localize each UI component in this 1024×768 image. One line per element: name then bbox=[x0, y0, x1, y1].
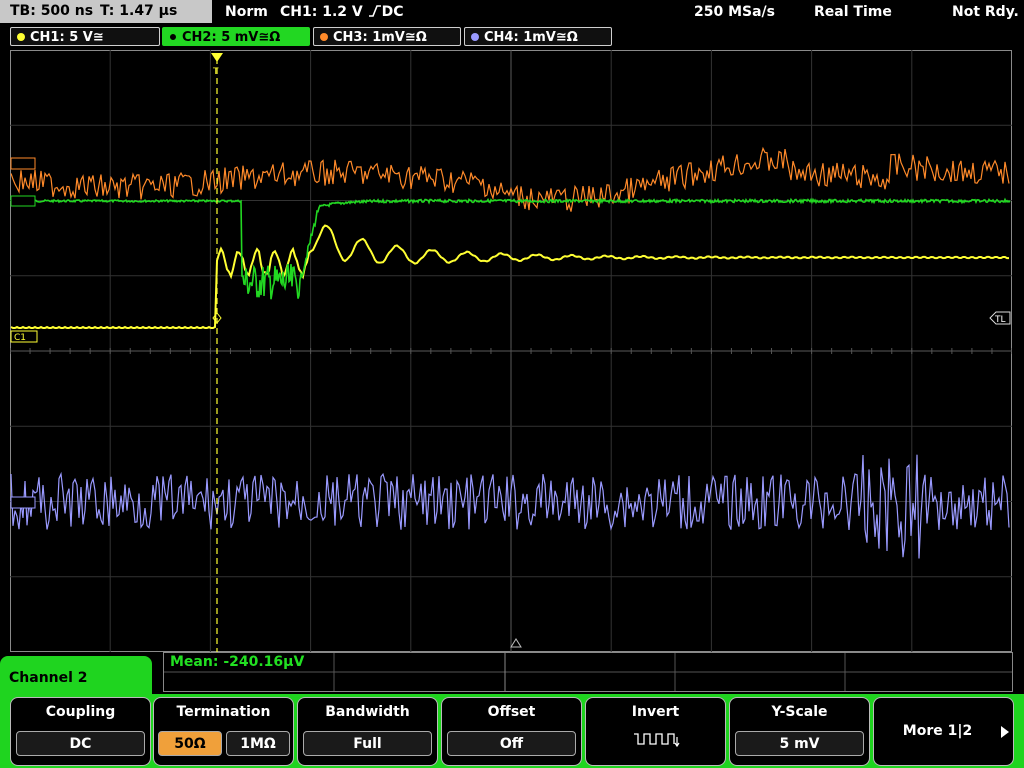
ch2-tab-label: CH2: 5 mV≅Ω bbox=[182, 30, 281, 45]
coupling-label: Coupling bbox=[45, 704, 116, 720]
invert-waveform-icon bbox=[634, 733, 680, 748]
tab-ch4[interactable]: CH4: 1mV≅Ω bbox=[464, 27, 612, 46]
trigger-level-label: TL bbox=[994, 315, 1006, 325]
timebase-readout: TB: 500 ns bbox=[10, 3, 94, 19]
ch3-dot-icon bbox=[320, 33, 328, 41]
trigger-info[interactable]: CH1: 1.2 V DC bbox=[280, 0, 404, 24]
termination-50ohm-option[interactable]: 50Ω bbox=[158, 731, 222, 756]
more-label: More 1|2 bbox=[902, 723, 973, 739]
more-softkey[interactable]: More 1|2 bbox=[873, 697, 1014, 766]
sample-rate: 250 MSa/s bbox=[694, 4, 776, 20]
ch4-tab-label: CH4: 1mV≅Ω bbox=[484, 30, 578, 45]
trigger-position-label: T bbox=[212, 67, 219, 77]
termination-softkey[interactable]: Termination 50Ω 1MΩ bbox=[153, 697, 294, 766]
ch4-dot-icon bbox=[471, 33, 479, 41]
trigger-time-readout: T: 1.47 µs bbox=[100, 3, 178, 19]
ready-state: Not Rdy. bbox=[952, 4, 1019, 20]
bandwidth-softkey[interactable]: Bandwidth Full bbox=[297, 697, 438, 766]
bandwidth-label: Bandwidth bbox=[325, 704, 410, 720]
tab-ch3[interactable]: CH3: 1mV≅Ω bbox=[313, 27, 461, 46]
offset-softkey[interactable]: Offset Off bbox=[441, 697, 582, 766]
mean-measurement: Mean: -240.16µV bbox=[170, 654, 305, 670]
tab-ch1[interactable]: CH1: 5 V≅ bbox=[10, 27, 160, 46]
ch2-dot-icon bbox=[169, 33, 177, 41]
ch3-tab-label: CH3: 1mV≅Ω bbox=[333, 30, 427, 45]
bandwidth-value: Full bbox=[303, 731, 432, 756]
ch3-offset-marker[interactable] bbox=[10, 157, 36, 170]
offset-label: Offset bbox=[487, 704, 536, 720]
trigger-source-level: CH1: 1.2 V bbox=[280, 4, 363, 20]
y-scale-value: 5 mV bbox=[735, 731, 864, 756]
ch1-marker-label: C1 bbox=[14, 333, 26, 343]
timebase-box[interactable]: TB: 500 ns T: 1.47 µs bbox=[0, 0, 212, 23]
menu-title-tab[interactable]: Channel 2 bbox=[0, 656, 152, 696]
ch1-dot-icon bbox=[17, 33, 25, 41]
termination-1mohm-option[interactable]: 1MΩ bbox=[226, 731, 290, 756]
chevron-right-icon bbox=[1001, 726, 1009, 738]
invert-softkey[interactable]: Invert bbox=[585, 697, 726, 766]
coupling-value: DC bbox=[16, 731, 145, 756]
ch1-tab-label: CH1: 5 V≅ bbox=[30, 30, 104, 45]
ch2-offset-marker[interactable] bbox=[10, 195, 36, 207]
rising-edge-icon bbox=[368, 5, 381, 17]
trigger-coupling: DC bbox=[381, 4, 404, 20]
waveform-display[interactable]: T C1 TL bbox=[10, 50, 1012, 652]
termination-label: Termination bbox=[176, 704, 271, 720]
y-scale-label: Y-Scale bbox=[771, 704, 828, 720]
coupling-softkey[interactable]: Coupling DC bbox=[10, 697, 151, 766]
trigger-mode[interactable]: Norm bbox=[225, 0, 268, 24]
y-scale-softkey[interactable]: Y-Scale 5 mV bbox=[729, 697, 870, 766]
acquisition-mode: Real Time bbox=[814, 4, 892, 20]
tab-ch2[interactable]: CH2: 5 mV≅Ω bbox=[162, 27, 310, 46]
invert-label: Invert bbox=[631, 704, 680, 720]
offset-value: Off bbox=[447, 731, 576, 756]
ch4-offset-marker[interactable] bbox=[10, 496, 36, 509]
